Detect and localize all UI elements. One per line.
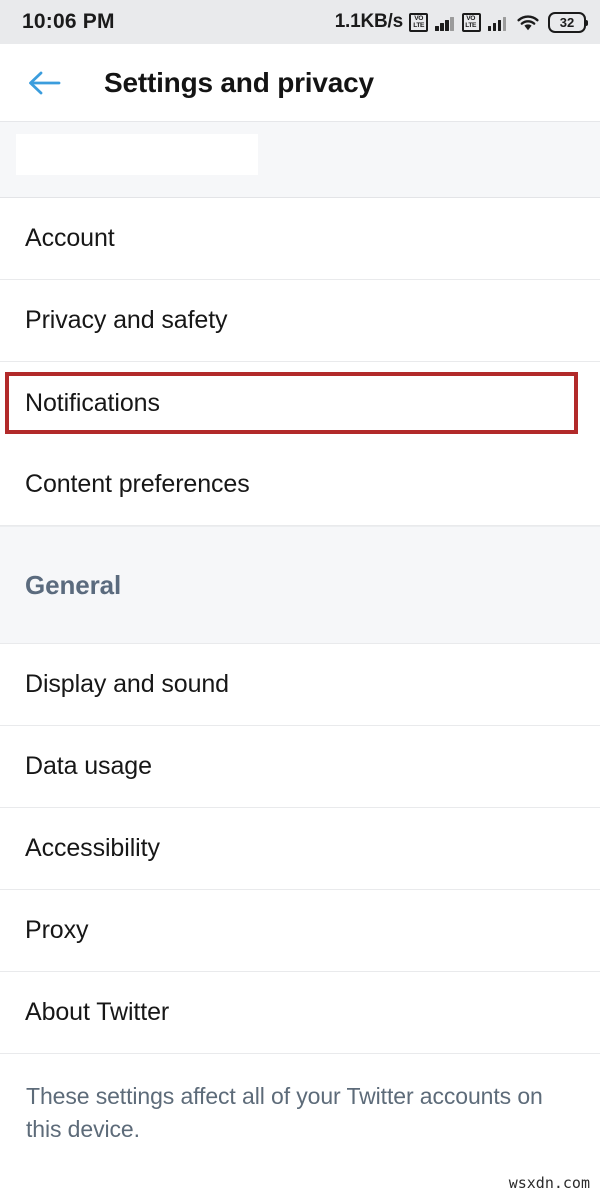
list-item-about-twitter[interactable]: About Twitter [0, 972, 600, 1054]
list-item-display-and-sound[interactable]: Display and sound [0, 644, 600, 726]
back-arrow-icon[interactable] [26, 63, 66, 103]
page-title: Settings and privacy [104, 66, 374, 98]
list-item-label: Privacy and safety [25, 306, 228, 334]
app-bar: Settings and privacy [0, 44, 600, 121]
list-item-accessibility[interactable]: Accessibility [0, 808, 600, 890]
battery-icon: 32 [548, 11, 588, 33]
footer-note-text: These settings affect all of your Twitte… [26, 1083, 543, 1143]
volte-icon-top-label-secondary: VO [466, 15, 476, 22]
footer-note: These settings affect all of your Twitte… [0, 1054, 600, 1147]
status-bar-clock: 10:06 PM [22, 10, 115, 33]
list-item-notifications[interactable]: Notifications [0, 362, 600, 444]
redacted-account-name [16, 134, 258, 175]
general-settings-list: Display and sound Data usage Accessibili… [0, 644, 600, 1054]
volte-icon: VO LTE [409, 12, 428, 32]
list-item-label: About Twitter [25, 998, 170, 1026]
list-item-label: Account [25, 224, 115, 252]
list-item-proxy[interactable]: Proxy [0, 890, 600, 972]
list-item-account[interactable]: Account [0, 198, 600, 280]
network-speed-indicator: 1.1KB/s [334, 11, 404, 32]
battery-level-label: 32 [559, 14, 575, 30]
list-item-content-preferences[interactable]: Content preferences [0, 444, 600, 526]
volte-icon-top-label: VO [414, 15, 423, 22]
wifi-icon [516, 13, 540, 32]
signal-bars-icon [435, 13, 454, 31]
volte-icon-bottom-label-secondary: LTE [465, 22, 477, 29]
list-item-label: Display and sound [25, 670, 229, 698]
list-item-label: Data usage [25, 752, 152, 780]
status-bar-icons: 1.1KB/s VO LTE VO LTE 32 [334, 11, 588, 33]
volte-icon-bottom-label: LTE [413, 22, 424, 29]
list-item-data-usage[interactable]: Data usage [0, 726, 600, 808]
status-bar: 10:06 PM 1.1KB/s VO LTE VO LTE 32 [0, 0, 600, 44]
section-header-general: General [0, 526, 600, 644]
account-settings-list: Account Privacy and safety Notifications… [0, 198, 600, 526]
phone-screen: 10:06 PM 1.1KB/s VO LTE VO LTE 32 Settin… [0, 0, 600, 1200]
section-header-label: General [25, 569, 122, 600]
list-item-privacy-and-safety[interactable]: Privacy and safety [0, 280, 600, 362]
volte-icon-secondary: VO LTE [461, 12, 481, 32]
list-item-label: Accessibility [25, 834, 160, 862]
signal-bars-icon-secondary [487, 13, 506, 31]
list-item-label: Notifications [25, 388, 160, 417]
list-item-label: Proxy [25, 916, 89, 944]
list-item-label: Content preferences [25, 470, 250, 498]
account-header-block [0, 121, 600, 198]
watermark: wsxdn.com [508, 1174, 590, 1192]
